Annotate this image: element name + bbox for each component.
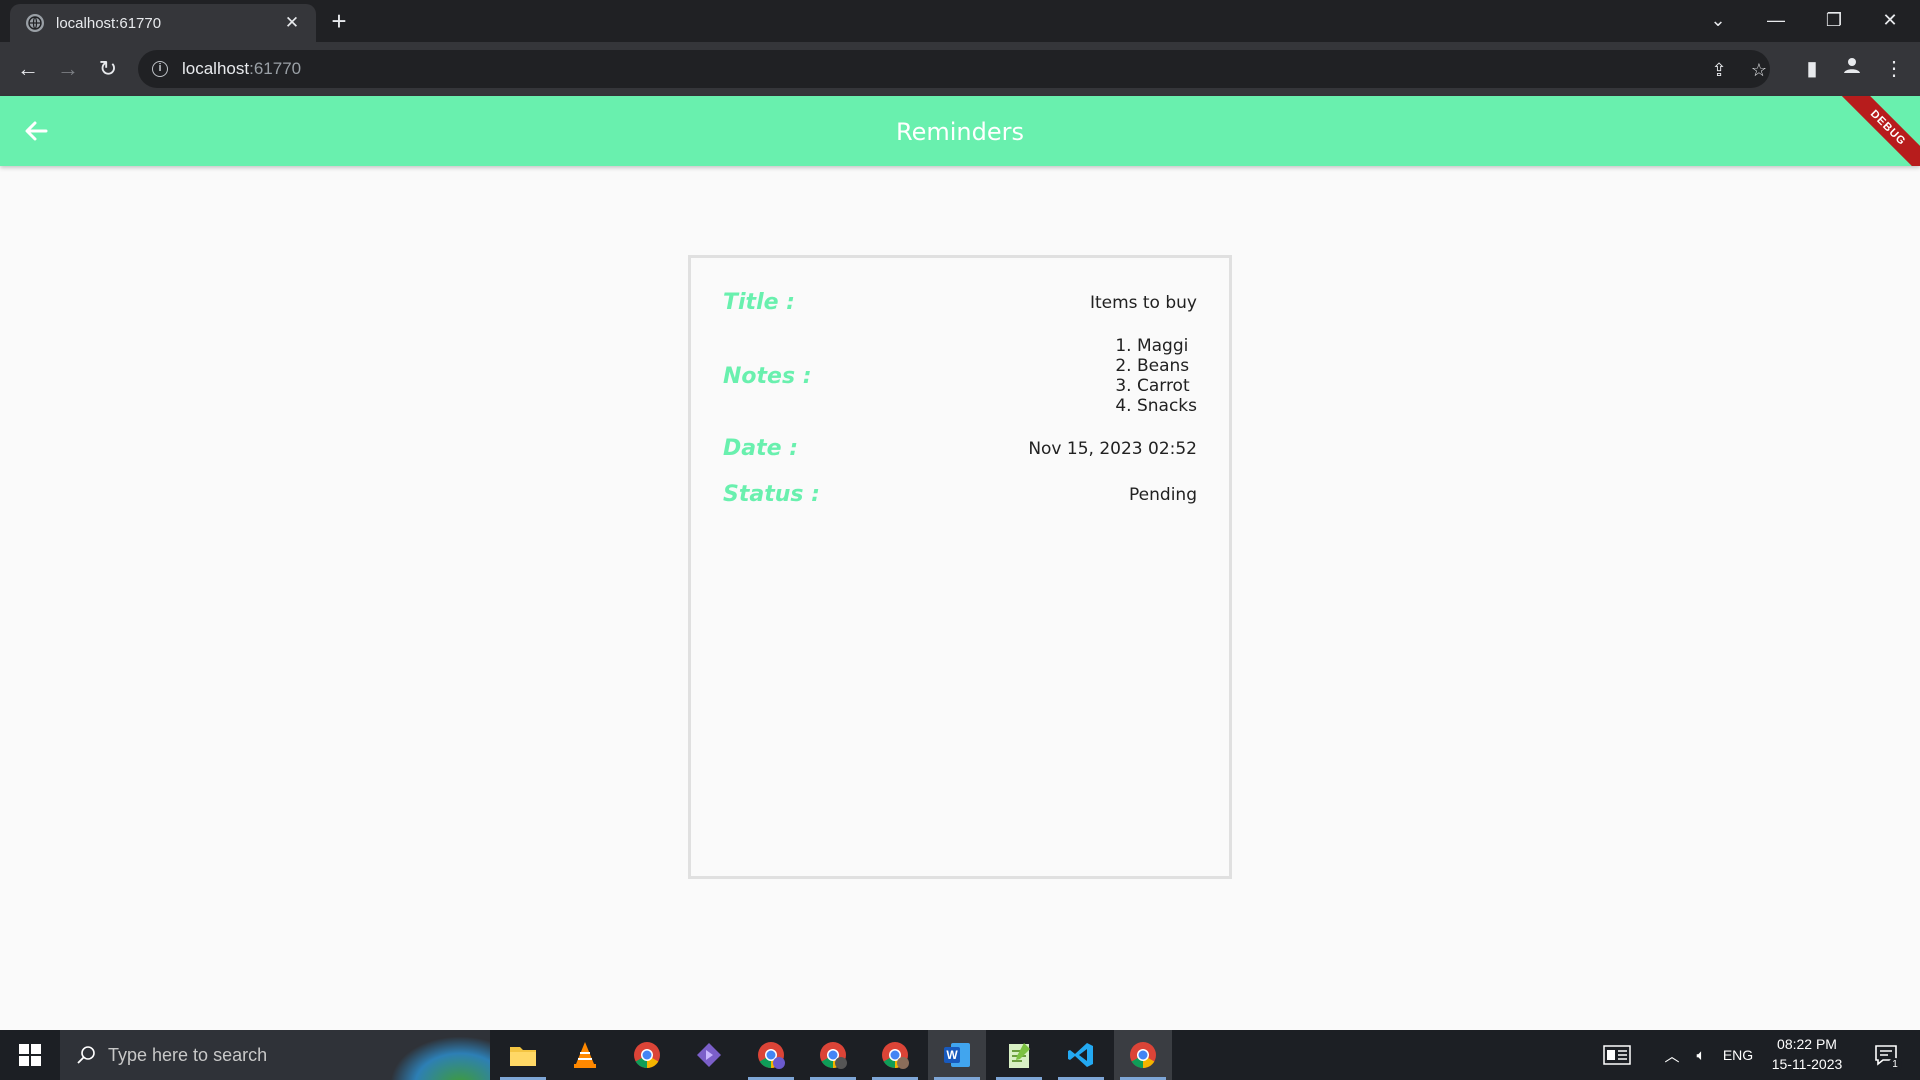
status-row: Status : Pending — [723, 482, 1197, 507]
taskbar-clock[interactable]: 08:22 PM 15-11-2023 — [1762, 1034, 1852, 1074]
notification-center-icon[interactable]: 1 — [1866, 1030, 1906, 1080]
chrome-profile-2-icon[interactable] — [804, 1030, 862, 1080]
profile-icon[interactable] — [1838, 55, 1866, 83]
notepad-plus-icon[interactable] — [990, 1030, 1048, 1080]
note-item: 4. Snacks — [1115, 396, 1197, 416]
notes-list: 1. Maggi 2. Beans 3. Carrot 4. Snacks — [1115, 336, 1197, 416]
notification-count: 1 — [1888, 1058, 1902, 1072]
chrome-active-icon[interactable] — [1114, 1030, 1172, 1080]
taskbar-search[interactable]: Type here to search — [60, 1030, 490, 1080]
windows-start-icon[interactable] — [0, 1030, 60, 1080]
date-row: Date : Nov 15, 2023 02:52 — [723, 436, 1197, 461]
title-value: Items to buy — [1089, 292, 1197, 313]
browser-tab[interactable]: localhost:61770 ✕ — [10, 4, 316, 42]
site-info-icon[interactable]: i — [152, 61, 168, 77]
title-row: Title : Items to buy — [723, 290, 1197, 315]
date-value: Nov 15, 2023 02:52 — [1028, 438, 1197, 459]
note-item: 1. Maggi — [1115, 336, 1189, 356]
page-title: Reminders — [896, 118, 1024, 146]
browser-tabstrip: localhost:61770 ✕ + ⌄ — ❐ ✕ — [0, 0, 1920, 42]
menu-kebab-icon[interactable]: ⋮ — [1880, 55, 1908, 83]
vlc-icon[interactable] — [556, 1030, 614, 1080]
show-hidden-icons-chevron[interactable]: ︿ — [1660, 1030, 1684, 1080]
taskbar: Type here to search W ︿ 🔈︎ ENG 08:22 PM … — [0, 1030, 1920, 1080]
search-icon — [77, 1046, 95, 1064]
vscode-icon[interactable] — [1052, 1030, 1110, 1080]
reminder-card: Title : Items to buy Notes : 1. Maggi 2.… — [688, 255, 1232, 879]
note-item: 2. Beans — [1115, 356, 1190, 376]
chrome-profile-3-icon[interactable] — [866, 1030, 924, 1080]
share-icon[interactable]: ⇪ — [1708, 59, 1730, 81]
chrome-icon[interactable] — [618, 1030, 676, 1080]
file-explorer-icon[interactable] — [494, 1030, 552, 1080]
note-item: 3. Carrot — [1115, 376, 1190, 396]
search-highlight-art — [390, 1036, 490, 1080]
status-label: Status : — [723, 482, 820, 507]
app-bar: Reminders DEBUG — [0, 96, 1920, 166]
title-label: Title : — [723, 290, 795, 315]
restore-button[interactable]: ❐ — [1814, 6, 1854, 34]
clock-date: 15-11-2023 — [1771, 1056, 1843, 1072]
svg-text:W: W — [946, 1048, 958, 1062]
search-placeholder: Type here to search — [108, 1044, 268, 1065]
side-panel-icon[interactable]: ▮ — [1798, 55, 1826, 83]
visual-studio-icon[interactable] — [680, 1030, 738, 1080]
browser-toolbar: ← → ↻ i localhost:61770 ⇪ ☆ ▮ ⋮ — [0, 42, 1920, 96]
tab-search-icon[interactable]: ⌄ — [1698, 6, 1738, 34]
close-tab-icon[interactable]: ✕ — [282, 13, 302, 33]
language-indicator[interactable]: ENG — [1718, 1030, 1758, 1080]
url-host: localhost — [182, 59, 250, 78]
minimize-button[interactable]: — — [1756, 6, 1796, 34]
address-bar[interactable]: i localhost:61770 ⇪ ☆ — [138, 50, 1770, 88]
globe-icon — [26, 14, 44, 32]
word-icon[interactable]: W — [928, 1030, 986, 1080]
notes-label: Notes : — [723, 363, 812, 389]
tab-title: localhost:61770 — [56, 14, 162, 32]
bookmark-star-icon[interactable]: ☆ — [1748, 59, 1770, 81]
chrome-profile-r-icon[interactable] — [742, 1030, 800, 1080]
status-value: Pending — [1129, 484, 1197, 505]
new-tab-button[interactable]: + — [325, 7, 353, 35]
forward-icon[interactable]: → — [52, 53, 84, 85]
date-label: Date : — [723, 436, 799, 461]
notes-row: Notes : 1. Maggi 2. Beans 3. Carrot 4. S… — [723, 336, 1197, 416]
reload-icon[interactable]: ↻ — [92, 53, 124, 85]
clock-time: 08:22 PM — [1777, 1036, 1837, 1052]
close-window-button[interactable]: ✕ — [1870, 6, 1910, 34]
volume-icon[interactable]: 🔈︎ — [1688, 1030, 1714, 1080]
back-icon[interactable]: ← — [12, 53, 44, 85]
news-widget-icon[interactable] — [1600, 1030, 1634, 1080]
url-port: :61770 — [249, 59, 302, 78]
